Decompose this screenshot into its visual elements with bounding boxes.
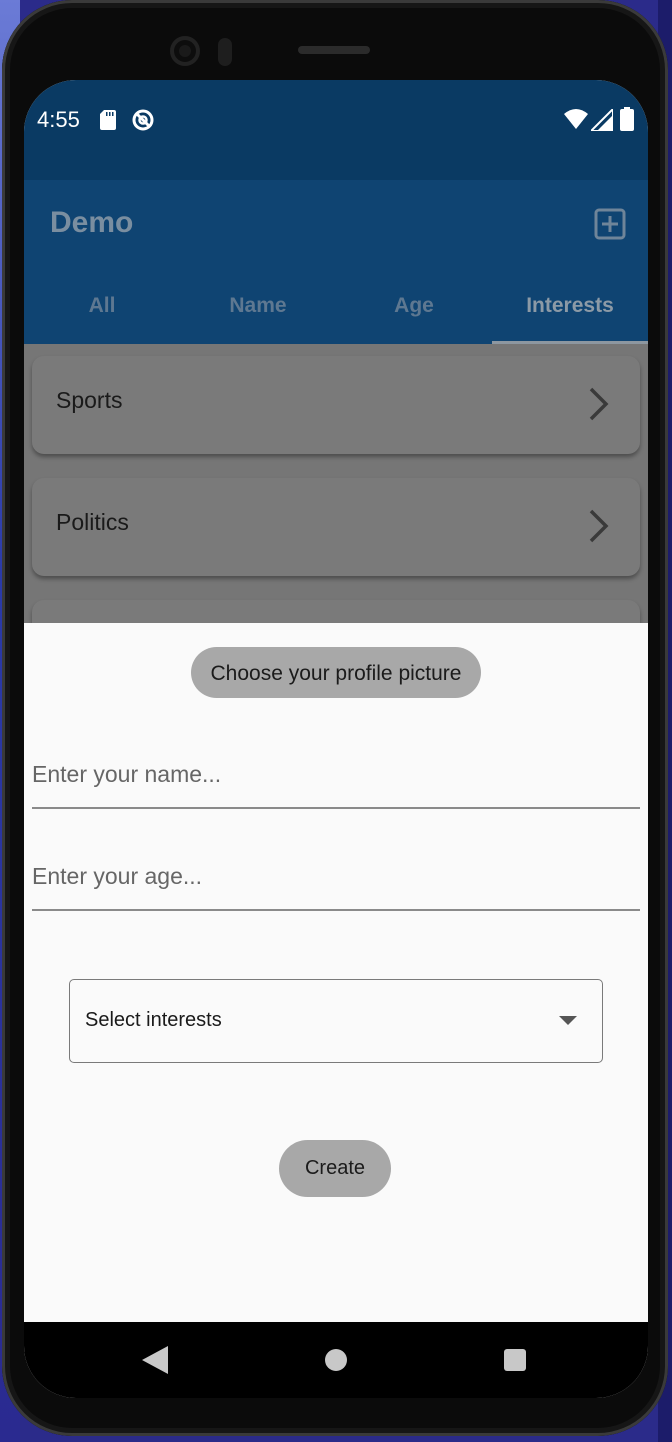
list-item-label: Politics — [56, 509, 129, 535]
recent-apps-icon[interactable] — [504, 1349, 526, 1371]
wifi-icon — [564, 109, 588, 129]
interests-list: Sports Politics — [24, 344, 648, 624]
phone-screen: 4:55 Demo All Name Age Interests Sports … — [24, 80, 648, 1398]
tab-interests[interactable]: Interests — [492, 280, 648, 344]
choose-profile-picture-button[interactable]: Choose your profile picture — [191, 647, 481, 698]
system-nav-bar — [24, 1322, 648, 1398]
battery-icon — [620, 107, 634, 131]
age-field — [32, 845, 640, 911]
add-box-icon[interactable] — [594, 208, 626, 240]
name-field — [32, 743, 640, 809]
app-title: Demo — [50, 206, 134, 239]
name-input[interactable] — [32, 749, 640, 799]
status-time: 4:55 — [37, 107, 80, 132]
chevron-right-icon — [589, 387, 609, 421]
list-item-label: Sports — [56, 387, 123, 413]
tab-name[interactable]: Name — [180, 280, 336, 344]
list-item-politics[interactable]: Politics — [32, 478, 640, 576]
tab-all[interactable]: All — [24, 280, 180, 344]
phone-frame: 4:55 Demo All Name Age Interests Sports … — [2, 0, 668, 1436]
status-bar: 4:55 — [24, 80, 648, 180]
back-icon[interactable] — [142, 1346, 168, 1374]
interests-dropdown[interactable]: Select interests — [69, 979, 603, 1063]
age-input[interactable] — [32, 851, 640, 901]
tab-age[interactable]: Age — [336, 280, 492, 344]
home-icon[interactable] — [325, 1349, 347, 1371]
create-profile-sheet: Choose your profile picture Select inter… — [24, 623, 648, 1322]
interests-dropdown-label: Select interests — [85, 1009, 222, 1031]
create-button[interactable]: Create — [279, 1140, 391, 1197]
data-saver-icon — [132, 109, 154, 131]
dropdown-arrow-icon — [559, 1016, 577, 1025]
proximity-sensor — [218, 38, 232, 66]
sd-card-icon — [100, 110, 116, 130]
earpiece-speaker — [298, 46, 370, 54]
list-item-sports[interactable]: Sports — [32, 356, 640, 454]
tab-bar: All Name Age Interests — [24, 280, 648, 344]
signal-icon — [591, 109, 613, 131]
list-item-partial[interactable] — [32, 600, 640, 624]
front-camera — [170, 36, 200, 66]
app-bar: Demo All Name Age Interests — [24, 180, 648, 344]
chevron-right-icon — [589, 509, 609, 543]
